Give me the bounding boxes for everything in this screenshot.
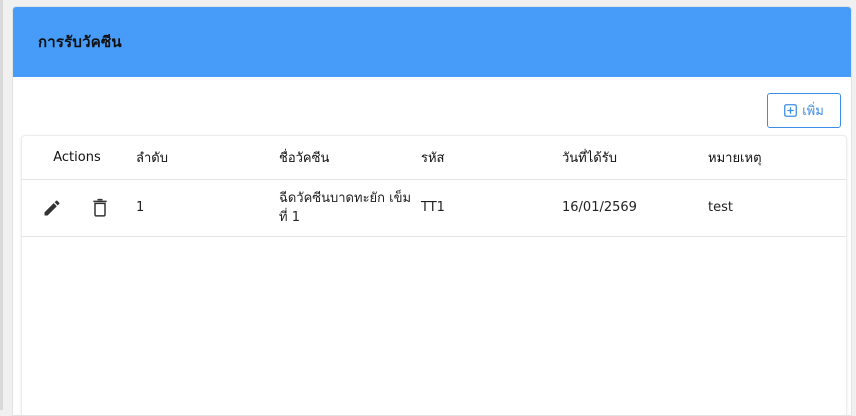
column-header-actions: Actions: [22, 136, 132, 180]
vaccine-table: Actions ลำดับ ชื่อวัคซีน รหัส วันที่ได้ร…: [21, 135, 847, 415]
toolbar: เพิ่ม: [767, 93, 841, 128]
table-header-row: Actions ลำดับ ชื่อวัคซีน รหัส วันที่ได้ร…: [22, 136, 846, 180]
plus-square-icon: [784, 104, 798, 117]
cell-code: TT1: [417, 179, 558, 237]
cell-date-received: 16/01/2569: [558, 179, 704, 237]
delete-icon[interactable]: [88, 196, 112, 220]
add-button[interactable]: เพิ่ม: [767, 93, 841, 128]
actions-cell: [22, 179, 132, 237]
cell-note: test: [704, 179, 846, 237]
column-header-note: หมายเหตุ: [704, 136, 846, 180]
cell-order: 1: [132, 179, 275, 237]
column-header-order: ลำดับ: [132, 136, 275, 180]
cell-vaccine-name: ฉีดวัคซีนบาดทะยัก เข็มที่ 1: [275, 179, 417, 237]
page-edge: [0, 0, 3, 410]
edit-icon[interactable]: [40, 196, 64, 220]
table-row: 1 ฉีดวัคซีนบาดทะยัก เข็มที่ 1 TT1 16/01/…: [22, 179, 846, 237]
card-title: การรับวัคซีน: [38, 33, 122, 51]
column-header-vaccine-name: ชื่อวัคซีน: [275, 136, 417, 180]
column-header-date-received: วันที่ได้รับ: [558, 136, 704, 180]
column-header-code: รหัส: [417, 136, 558, 180]
vaccine-card: การรับวัคซีน เพิ่ม Actions ลำดับ ชื่อวัค…: [12, 6, 852, 416]
card-header: การรับวัคซีน: [13, 7, 851, 77]
add-button-label: เพิ่ม: [802, 104, 824, 119]
